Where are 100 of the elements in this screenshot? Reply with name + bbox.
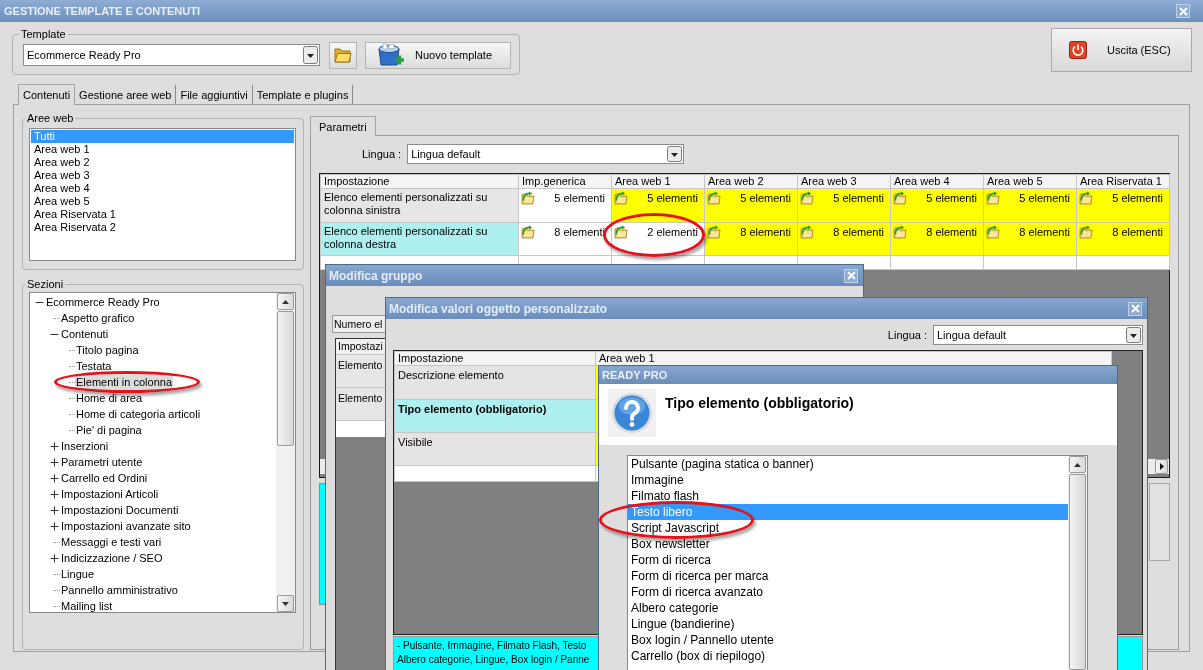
list-item[interactable]: Area web 1 [31,143,294,156]
column-header[interactable]: Area web 2 [704,174,798,189]
list-item[interactable]: Carrello (box di riepilogo) [628,648,1068,664]
tree-item[interactable]: Home di area [75,390,144,406]
list-item[interactable]: Area web 5 [31,195,294,208]
language-dropdown[interactable]: Lingua default [933,325,1143,345]
table-cell[interactable]: 5 elementi [704,188,798,223]
tab[interactable]: File aggiuntivi [176,85,253,104]
window-title: GESTIONE TEMPLATE E CONTENUTI [4,5,200,17]
column-header[interactable]: Area web 3 [797,174,891,189]
new-template-button[interactable]: Nuovo template [365,41,511,69]
column-header[interactable]: Imp.generica [518,174,612,189]
tree-item[interactable]: Impostazioni Articoli [60,486,160,502]
scrollbar[interactable] [1068,456,1087,670]
table-cell[interactable]: 5 elementi [518,188,612,223]
tree-item[interactable]: Contenuti [60,326,110,342]
list-item[interactable]: Form di ricerca avanzato [628,584,1068,600]
list-item[interactable]: Area Riservata 2 [31,221,294,234]
table-cell[interactable]: 5 elementi [797,188,891,223]
tree-item[interactable]: Ecommerce Ready Pro [45,294,161,310]
tree-item[interactable]: Impostazioni Documenti [60,502,180,518]
table-cell[interactable]: 8 elementi [518,222,612,256]
tree-item[interactable]: Aspetto grafico [60,310,136,326]
tree-item[interactable]: Indicizzazione / SEO [60,550,164,566]
row-header[interactable]: Tipo elemento (obbligatorio) [394,399,596,433]
list-item[interactable]: Form di ricerca [628,552,1068,568]
scroll-up-button[interactable] [277,293,294,310]
list-item[interactable]: Pulsante (pagina statica o banner) [628,456,1068,472]
tree-item[interactable]: Home di categoria articoli [75,406,202,422]
tree-item[interactable]: Titolo pagina [75,342,140,358]
column-header[interactable]: Area web 4 [890,174,984,189]
row-header[interactable]: Elenco elementi personalizzati su colonna sinistra [320,188,519,223]
tree-item[interactable]: Impostazioni avanzate sito [60,518,192,534]
column-header[interactable]: Impostazione [320,174,519,189]
column-header[interactable]: Area web 5 [983,174,1077,189]
list-item[interactable]: Immagine [628,472,1068,488]
column-header[interactable]: Impostazi [336,339,388,355]
list-item[interactable]: Area web 3 [31,169,294,182]
list-item[interactable]: Script Javascript [628,520,1068,536]
folder-button[interactable] [329,41,357,69]
close-button[interactable] [844,268,858,283]
tab[interactable]: Gestione aree web [75,85,177,104]
plus-icon[interactable] [50,473,59,483]
list-item[interactable]: Box newsletter [628,536,1068,552]
table-cell[interactable]: 5 elementi [1076,188,1170,223]
tree-item[interactable]: Mailing list [60,598,114,614]
scroll-thumb[interactable] [1069,474,1086,670]
list-item[interactable]: Box login / Pannello utente [628,632,1068,648]
tree-item[interactable]: Elementi in colonna [75,374,173,390]
row-header[interactable]: Elemento [336,355,388,388]
row-header[interactable]: Descrizione elemento [394,365,596,400]
column-header[interactable]: Impostazione [394,351,596,366]
plus-icon[interactable] [50,457,59,467]
list-item[interactable]: Area Riservata 1 [31,208,294,221]
tree-item[interactable]: Pannello amministrativo [60,582,179,598]
table-cell[interactable]: 8 elementi [1076,222,1170,256]
table-cell[interactable]: 8 elementi [890,222,984,256]
scroll-down-button[interactable] [277,595,294,612]
plus-icon[interactable] [50,521,59,531]
close-button[interactable] [1128,301,1142,316]
tab[interactable]: Parametri [310,116,376,136]
tab[interactable]: Template e plugins [252,85,354,104]
tree-item[interactable]: Testata [75,358,113,374]
column-header[interactable]: Area web 1 [611,174,705,189]
table-cell[interactable]: 5 elementi [890,188,984,223]
language-dropdown[interactable]: Lingua default [407,144,685,164]
empty-cell[interactable] [336,421,388,437]
plus-icon[interactable] [50,489,59,499]
row-header[interactable]: Elemento [336,388,388,421]
scroll-right-button[interactable] [1155,459,1168,474]
table-cell[interactable]: 8 elementi [983,222,1077,256]
list-item[interactable]: Lingue (bandierine) [628,616,1068,632]
list-item[interactable]: Albero categorie [628,600,1068,616]
list-item[interactable]: Form di ricerca per marca [628,568,1068,584]
table-cell[interactable]: 8 elementi [797,222,891,256]
row-header[interactable]: Visibile [394,432,596,466]
tree-item[interactable]: Parametri utente [60,454,144,470]
template-dropdown[interactable]: Ecommerce Ready Pro [23,44,320,66]
scrollbar[interactable] [276,293,295,612]
scroll-thumb[interactable] [277,311,294,446]
tree-item[interactable]: Inserzioni [60,438,110,454]
tree-item[interactable]: Messaggi e testi vari [60,534,163,550]
table-cell[interactable]: 5 elementi [983,188,1077,223]
column-header[interactable]: Area web 1 [595,351,1112,366]
column-header[interactable]: Area Riservata 1 [1076,174,1170,189]
list-item[interactable]: Area web 4 [31,182,294,195]
plus-icon[interactable] [50,553,59,563]
tree-item[interactable]: Lingue [60,566,96,582]
plus-icon[interactable] [50,505,59,515]
tree-item[interactable]: Pie' di pagina [75,422,143,438]
tree-item[interactable]: Carrello ed Ordini [60,470,149,486]
scroll-up-button[interactable] [1069,456,1086,473]
table-cell[interactable]: 8 elementi [704,222,798,256]
exit-button[interactable]: Uscita (ESC) [1051,28,1192,72]
tab[interactable]: Contenuti [18,84,76,105]
list-item[interactable]: Filmato flash [628,488,1068,504]
plus-icon[interactable] [50,441,59,451]
field-label: Lingua : [362,148,402,160]
row-header[interactable]: Elenco elementi personalizzati su colonna destra [320,222,519,256]
list-item[interactable]: Area web 2 [31,156,294,169]
